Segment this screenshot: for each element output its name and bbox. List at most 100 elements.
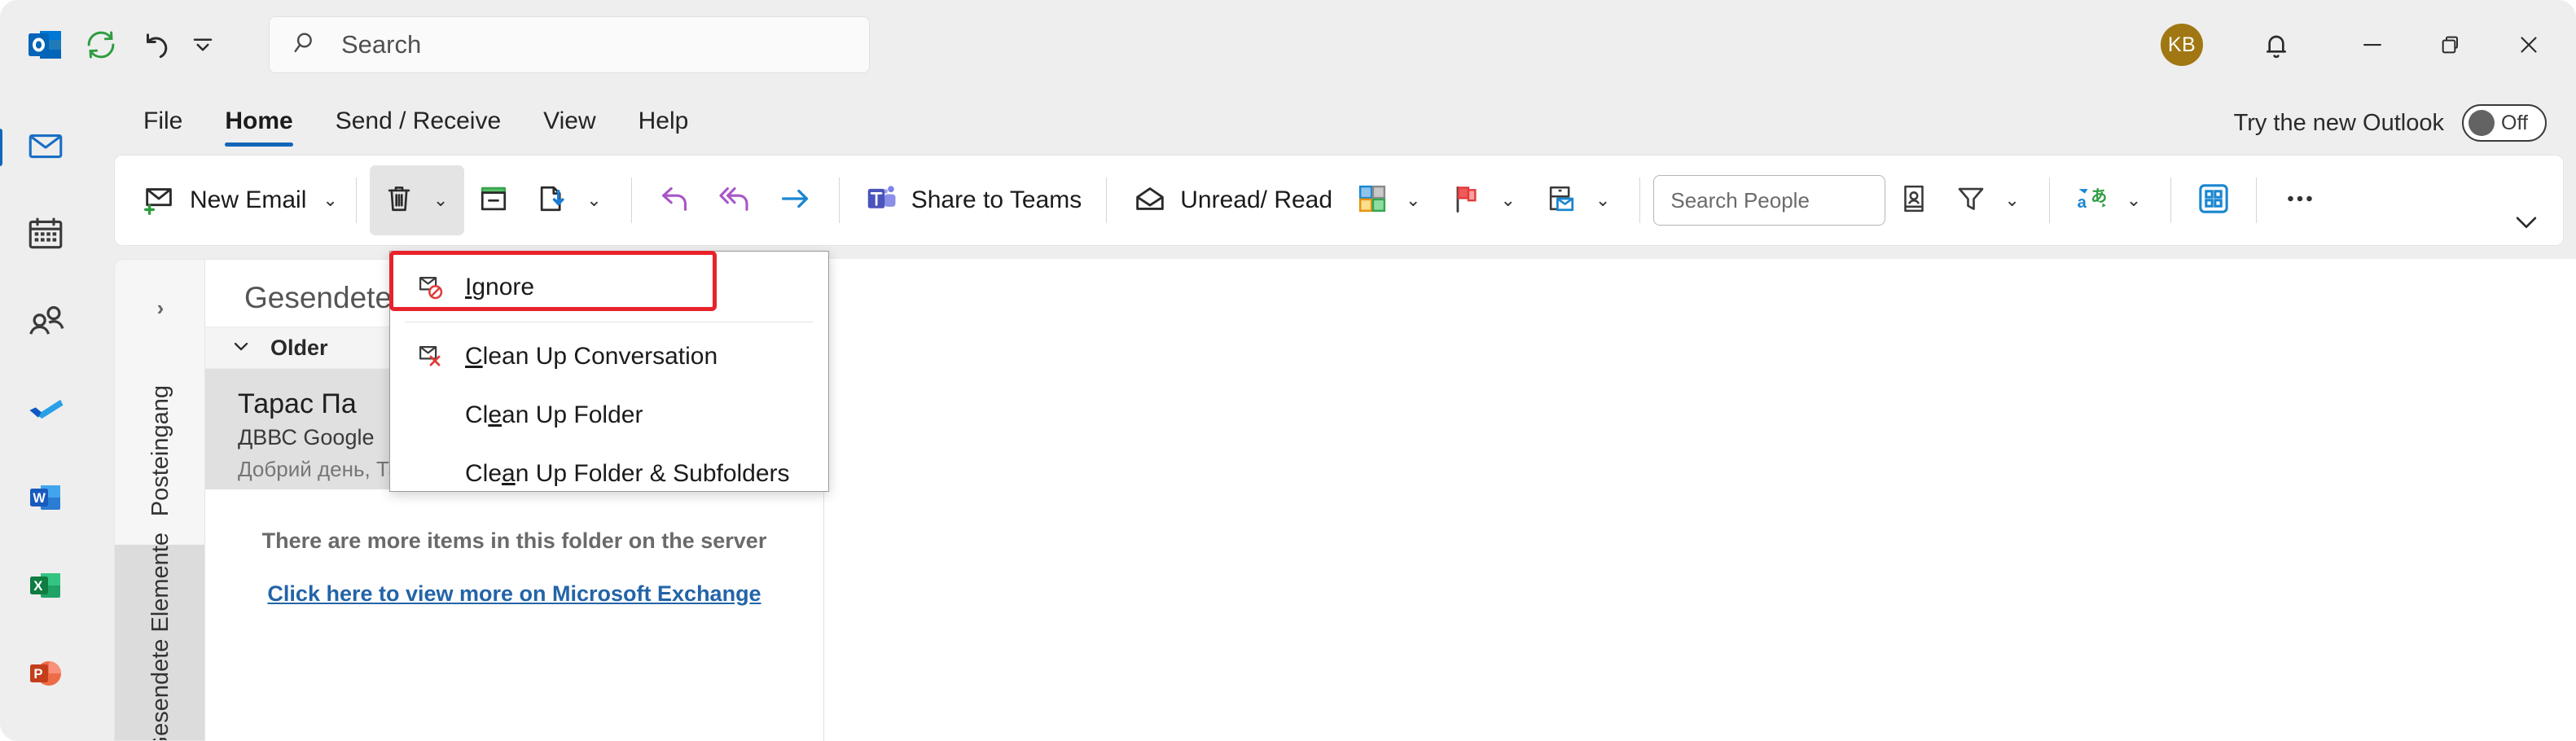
ellipsis-icon	[2281, 180, 2319, 221]
categorize-icon	[1355, 182, 1389, 220]
archive-button[interactable]	[464, 165, 523, 235]
menu-item-ignore[interactable]: Ignore	[390, 258, 828, 317]
tab-view[interactable]: View	[522, 99, 617, 147]
forward-arrow-icon	[777, 180, 814, 221]
folder-label: Gesendete Elemente	[147, 532, 173, 741]
minimize-button[interactable]	[2333, 0, 2411, 90]
delete-chevron-down-icon[interactable]: ⌄	[428, 190, 453, 211]
search-people-placeholder: Search People	[1670, 187, 1810, 213]
rules-chevron-down-icon[interactable]: ⌄	[1591, 190, 1615, 211]
word-icon: W	[26, 478, 65, 521]
group-chevron-down-icon	[230, 335, 252, 362]
categorize-button[interactable]: ⌄	[1344, 165, 1437, 235]
app-rail: W X P	[0, 90, 91, 741]
more-commands-button[interactable]	[2270, 165, 2330, 235]
trash-icon	[381, 181, 417, 221]
share-to-teams-label: Share to Teams	[911, 186, 1082, 213]
divider	[838, 178, 840, 223]
tab-home[interactable]: Home	[204, 99, 314, 147]
address-book-button[interactable]	[1885, 165, 1942, 235]
menu-item-clean-up-folder[interactable]: Cl e an Up Folder	[390, 386, 828, 445]
flag-icon	[1448, 181, 1484, 221]
undo-icon[interactable]	[129, 17, 184, 72]
unread-read-button[interactable]: Unread/ Read	[1120, 165, 1344, 235]
divider	[2170, 178, 2172, 223]
divider	[355, 178, 357, 223]
ribbon-tabs-row: File Home Send / Receive View Help Try t…	[0, 90, 2576, 156]
folder-item-gesendete-elemente[interactable]: Gesendete Elemente	[115, 533, 204, 740]
translate-button[interactable]: a あ ⌄	[2063, 165, 2157, 235]
try-new-outlook-group: Try the new Outlook Off	[2234, 104, 2547, 142]
sidebar-item-mail[interactable]	[0, 117, 76, 178]
filter-chevron-down-icon[interactable]: ⌄	[1999, 190, 2024, 211]
send-receive-icon[interactable]	[73, 17, 129, 72]
search-people-input[interactable]: Search People	[1653, 175, 1886, 226]
calendar-icon	[25, 213, 66, 258]
rules-button[interactable]: ⌄	[1532, 165, 1626, 235]
flag-chevron-down-icon[interactable]: ⌄	[1495, 190, 1520, 211]
new-email-label: New Email	[190, 186, 307, 213]
tab-help[interactable]: Help	[617, 99, 710, 147]
divider	[2048, 178, 2050, 223]
avatar[interactable]: KB	[2161, 24, 2203, 66]
new-email-icon	[141, 180, 178, 221]
reply-icon	[656, 180, 694, 221]
translate-chevron-down-icon[interactable]: ⌄	[2122, 190, 2146, 211]
try-new-outlook-toggle[interactable]: Off	[2462, 104, 2547, 142]
sidebar-item-powerpoint[interactable]: P	[15, 645, 76, 705]
menu-item-label: Cl e an Up Folder	[465, 401, 643, 428]
new-email-button[interactable]: New Email	[129, 165, 318, 235]
sidebar-item-todo[interactable]	[15, 381, 76, 441]
divider	[2256, 178, 2258, 223]
sidebar-item-calendar[interactable]	[15, 205, 76, 265]
excel-icon: X	[26, 566, 65, 609]
svg-text:W: W	[33, 490, 46, 505]
menu-item-clean-up-conversation[interactable]: Clean Up Conversation	[390, 327, 828, 386]
powerpoint-icon: P	[26, 654, 65, 697]
close-button[interactable]	[2490, 0, 2568, 90]
filter-email-button[interactable]: ⌄	[1942, 165, 2035, 235]
window-controls-group: KB	[2161, 0, 2576, 90]
menu-item-clean-up-folder-subfolders[interactable]: Cle a n Up Folder & Subfolders	[390, 445, 828, 503]
more-items-text: There are more items in this folder on t…	[261, 528, 767, 553]
folder-item-posteingang[interactable]: Posteingang	[115, 357, 204, 545]
ribbon-tabs: File Home Send / Receive View Help	[0, 99, 709, 147]
delete-button[interactable]: ⌄	[369, 165, 465, 235]
reply-button[interactable]	[645, 165, 705, 235]
svg-text:P: P	[33, 665, 42, 681]
reading-pane	[824, 259, 2576, 741]
delete-dropdown-menu: Ignore Clean Up Conversation Cl e an Up Fo…	[389, 251, 829, 492]
categorize-chevron-down-icon[interactable]: ⌄	[1401, 190, 1425, 211]
bell-icon[interactable]	[2237, 0, 2315, 90]
tab-file[interactable]: File	[122, 99, 204, 147]
share-to-teams-button[interactable]: Share to Teams	[853, 165, 1094, 235]
sidebar-item-people[interactable]	[15, 293, 76, 353]
move-button[interactable]: ⌄	[523, 165, 617, 235]
svg-text:あ: あ	[2091, 186, 2107, 205]
expand-folder-pane-button[interactable]: ›	[115, 296, 204, 321]
move-chevron-down-icon[interactable]: ⌄	[581, 190, 606, 211]
customize-qat-icon[interactable]	[184, 17, 222, 72]
sidebar-item-word[interactable]: W	[15, 469, 76, 529]
divider	[1106, 178, 1108, 223]
collapse-ribbon-button[interactable]	[2511, 212, 2542, 239]
new-email-chevron-down-icon[interactable]: ⌄	[318, 190, 342, 211]
ignore-icon	[413, 272, 447, 303]
teams-icon	[864, 181, 900, 221]
apps-grid-icon	[2196, 181, 2232, 221]
forward-button[interactable]	[766, 165, 826, 235]
apps-button[interactable]	[2184, 165, 2243, 235]
divider	[1639, 178, 1641, 223]
restore-button[interactable]	[2411, 0, 2490, 90]
reply-all-button[interactable]	[705, 165, 766, 235]
flag-button[interactable]: ⌄	[1437, 165, 1531, 235]
sidebar-item-excel[interactable]: X	[15, 557, 76, 617]
search-box[interactable]: Search	[269, 16, 870, 73]
todo-check-icon	[24, 388, 67, 435]
toggle-state-label: Off	[2501, 111, 2528, 134]
group-label: Older	[270, 335, 328, 360]
tab-send-receive[interactable]: Send / Receive	[314, 99, 522, 147]
folder-pane-collapsed: › Posteingang Gesendete Elemente	[114, 259, 205, 741]
outlook-window: Search KB File Home Send / Receive View …	[0, 0, 2576, 741]
view-more-on-exchange-link[interactable]: Click here to view more on Microsoft Exc…	[267, 581, 761, 607]
